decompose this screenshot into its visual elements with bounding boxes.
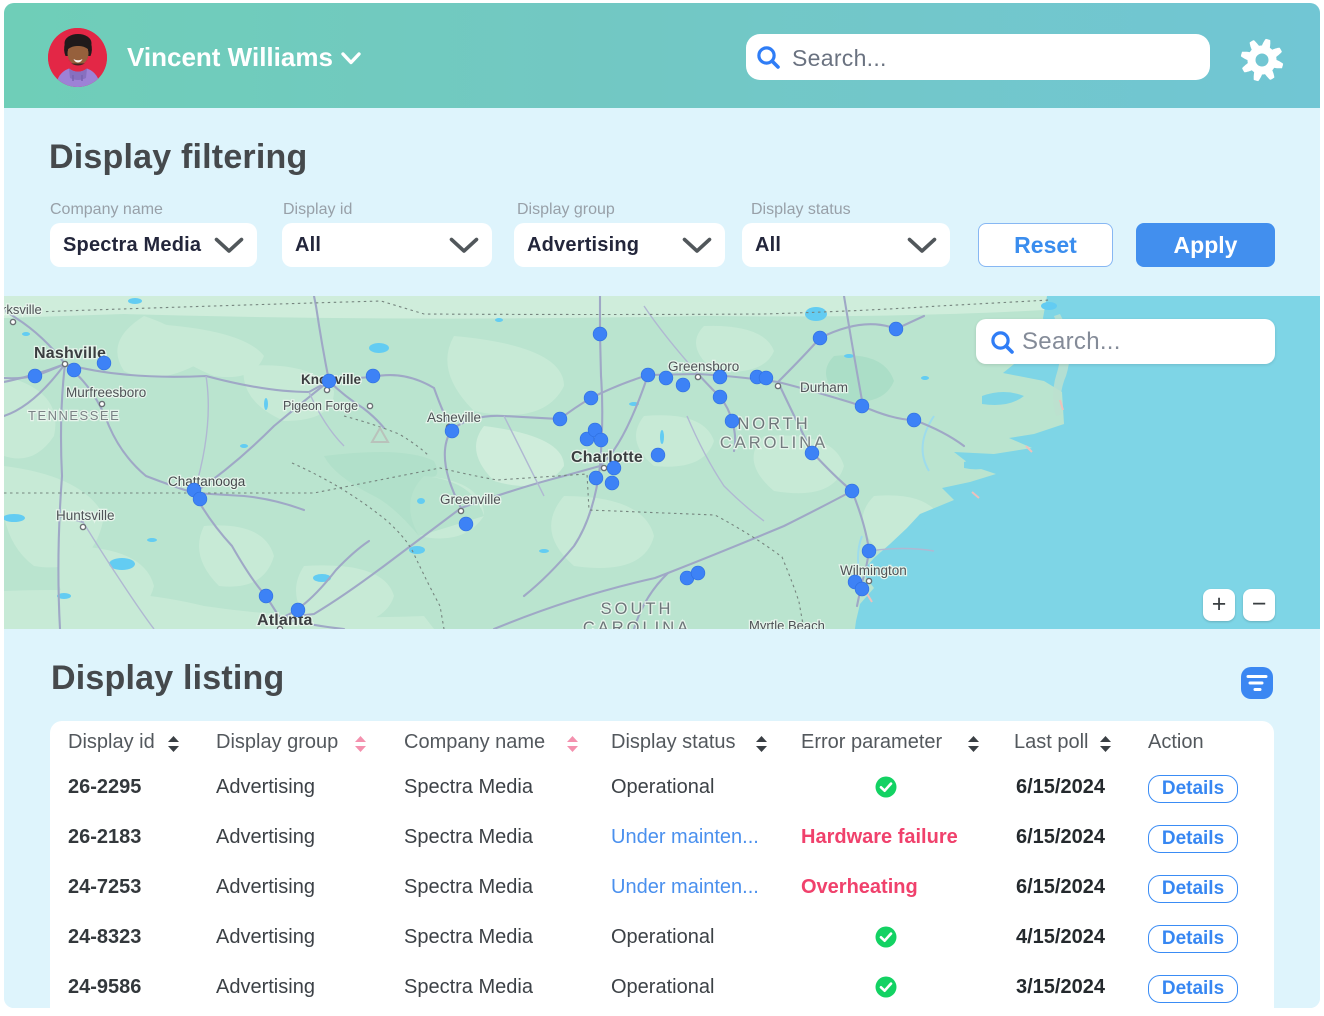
svg-text:Pigeon Forge: Pigeon Forge (283, 399, 358, 413)
svg-text:Greenville: Greenville (440, 492, 501, 507)
svg-text:SOUTH: SOUTH (601, 600, 674, 618)
svg-text:Nashville: Nashville (34, 345, 106, 362)
svg-text:NORTH: NORTH (737, 415, 810, 433)
svg-text:Huntsville: Huntsville (56, 508, 115, 523)
svg-text:Greensboro: Greensboro (668, 359, 739, 374)
svg-text:Asheville: Asheville (427, 410, 481, 425)
svg-text:rksville: rksville (4, 302, 42, 317)
svg-text:CAROLINA: CAROLINA (583, 619, 691, 629)
svg-text:TENNESSEE: TENNESSEE (28, 408, 120, 423)
svg-text:Wilmington: Wilmington (840, 563, 907, 578)
svg-text:Myrtle Beach: Myrtle Beach (749, 618, 825, 629)
svg-text:Chattanooga: Chattanooga (168, 474, 246, 489)
svg-text:Durham: Durham (800, 380, 848, 395)
svg-text:Murfreesboro: Murfreesboro (66, 385, 146, 400)
svg-text:Charlotte: Charlotte (571, 449, 643, 466)
svg-text:Atlanta: Atlanta (257, 612, 313, 629)
